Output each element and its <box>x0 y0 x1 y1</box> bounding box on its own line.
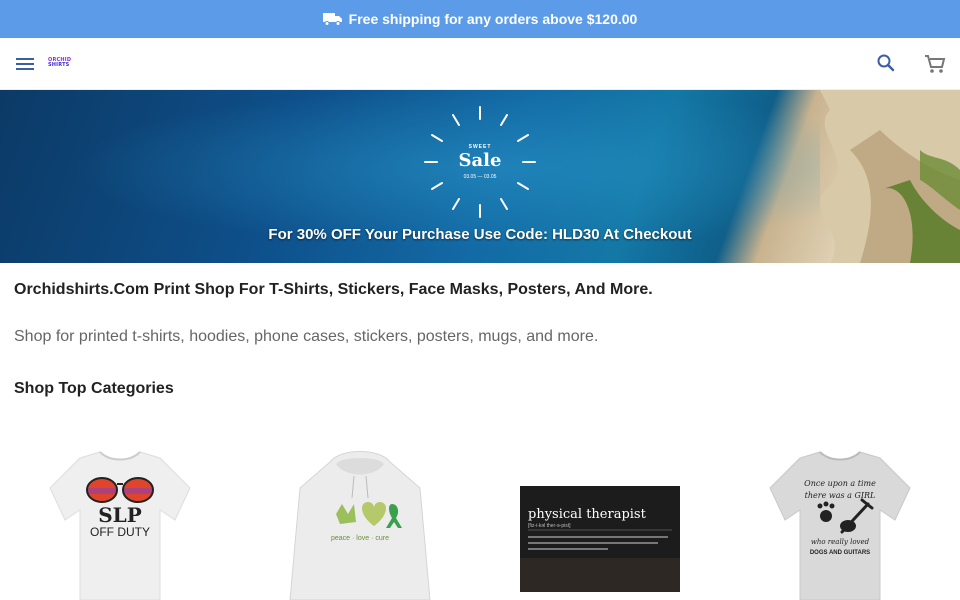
hero-banner[interactable]: SWEET Sale 03.05 — 03.05 For 30% OFF You… <box>0 90 960 263</box>
sale-title: Sale <box>458 150 502 171</box>
tshirt-dogs-image: Once upon a time there was a GIRL who re… <box>769 451 911 600</box>
cart-button[interactable] <box>924 53 946 75</box>
menu-button[interactable] <box>14 53 36 75</box>
tshirt-image: SLP OFF DUTY <box>49 451 191 600</box>
category-card-hoodie[interactable]: peace · love · cure <box>270 448 450 600</box>
hero-caption: For 30% OFF Your Purchase Use Code: HLD3… <box>268 226 692 243</box>
promo-bar: Free shipping for any orders above $120.… <box>0 0 960 38</box>
truck-icon <box>322 13 342 26</box>
poster-image: physical therapist [fiz-i-kəl ther-ə-pis… <box>520 486 680 592</box>
tshirt-print-line-2: OFF DUTY <box>90 525 150 539</box>
logo-line-2: SHIRTS <box>48 62 70 68</box>
categories-heading: Shop Top Categories <box>14 380 174 397</box>
category-card-poster[interactable]: physical therapist [fiz-i-kəl ther-ə-pis… <box>510 448 690 600</box>
menu-icon <box>16 58 34 70</box>
category-card-tshirt[interactable]: SLP OFF DUTY <box>30 448 210 600</box>
search-button[interactable] <box>876 53 896 73</box>
cart-icon <box>925 55 946 73</box>
site-logo[interactable]: ORCHID SHIRTS <box>48 56 74 70</box>
poster-subtitle: [fiz-i-kəl ther-ə-pist] <box>528 523 571 529</box>
tshirt-dogs-line-2: there was a GIRL <box>805 491 876 500</box>
search-icon <box>877 54 895 72</box>
tshirt-print-line-1: SLP <box>98 503 142 527</box>
site-header: ORCHID SHIRTS <box>0 38 960 90</box>
hoodie-print-line-1: peace · love · cure <box>331 535 389 542</box>
category-card-tshirt-dogs[interactable]: Once upon a time there was a GIRL who re… <box>750 448 930 600</box>
page-title: Orchidshirts.Com Print Shop For T-Shirts… <box>14 281 653 298</box>
poster-title: physical therapist <box>528 507 647 522</box>
hoodie-image: peace · love · cure <box>289 451 431 600</box>
sale-dates: 03.05 — 03.05 <box>463 174 497 180</box>
tshirt-dogs-line-4: DOGS AND GUITARS <box>810 550 870 556</box>
tshirt-dogs-line-1: Once upon a time <box>804 479 876 488</box>
page-description: Shop for printed t-shirts, hoodies, phon… <box>14 328 599 345</box>
promo-text: Free shipping for any orders above $120.… <box>348 11 638 27</box>
tshirt-dogs-line-3: who really loved <box>811 538 870 546</box>
